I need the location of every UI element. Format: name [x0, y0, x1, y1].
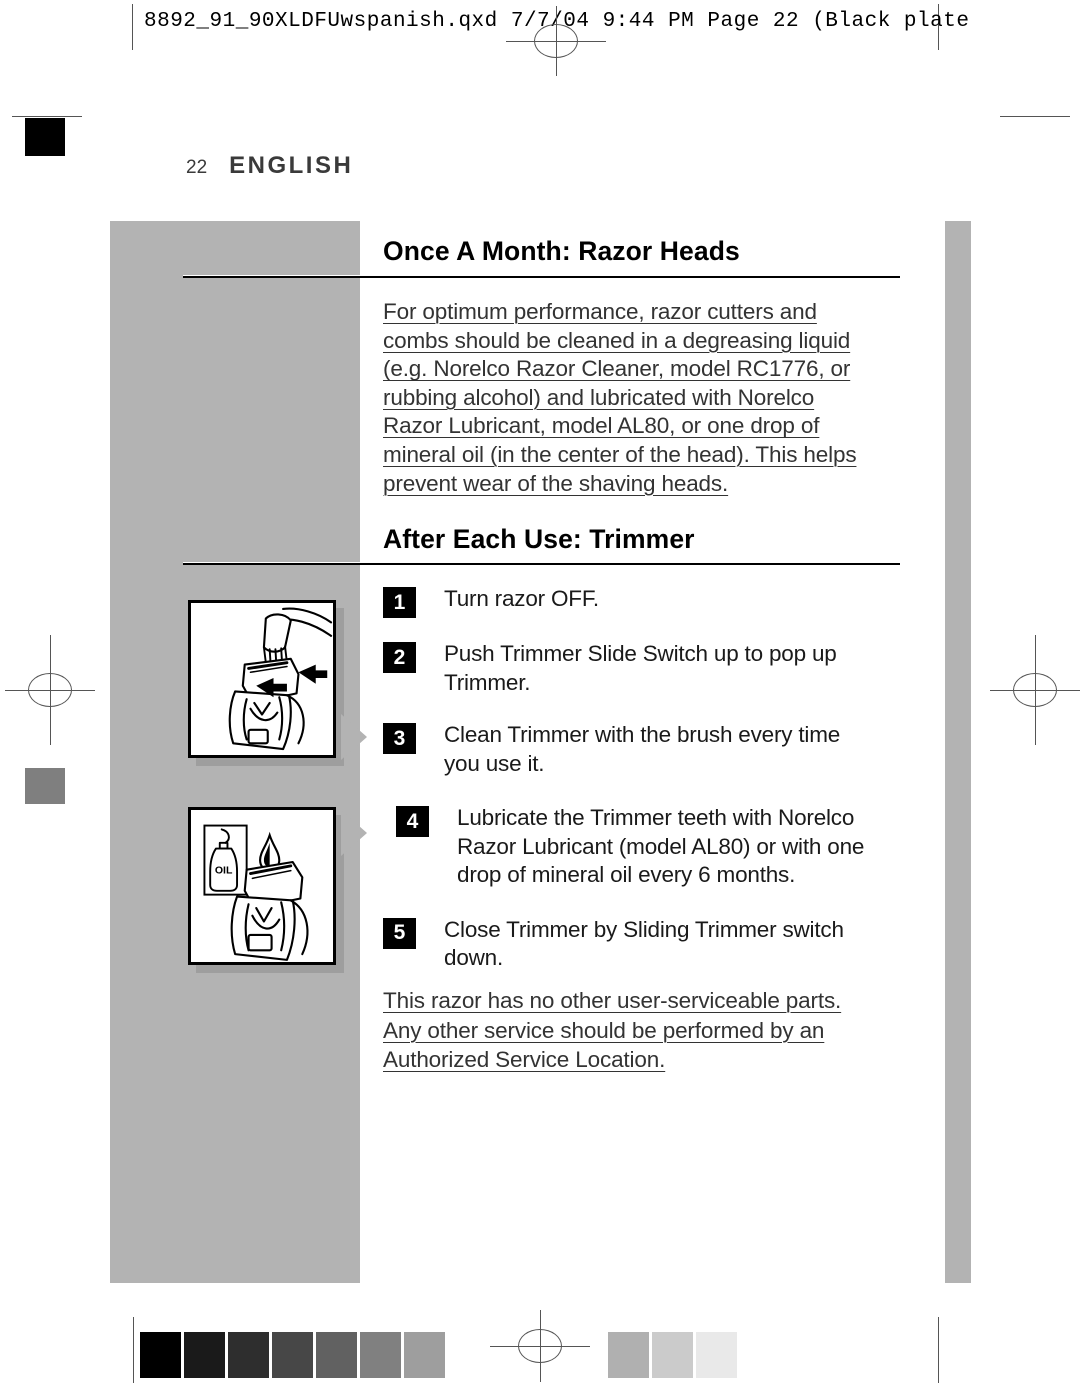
calibration-strip-right [608, 1332, 740, 1378]
list-item: 5 Close Trimmer by Sliding Trimmer switc… [383, 916, 903, 973]
closing-line: Authorized Service Location. [383, 1047, 666, 1072]
step-line: Razor Lubricant (model AL80) or with one [457, 833, 865, 859]
crop-tick-top-left [12, 116, 82, 117]
step-text: Lubricate the Trimmer teeth with Norelco… [457, 804, 864, 890]
step-line: you use it. [444, 750, 545, 776]
section-after-each-use: After Each Use: Trimmer [383, 524, 903, 556]
trimmer-steps-list: 1 Turn razor OFF. 2 Push Trimmer Slide S… [383, 585, 903, 973]
registration-mark-right [990, 635, 1080, 745]
illustration-brush-cleaning-trimmer [188, 600, 336, 758]
margin-swatch-black [25, 118, 65, 156]
calibration-swatch [272, 1332, 313, 1378]
section-once-a-month: Once A Month: Razor Heads [383, 236, 903, 268]
step-badge: 5 [383, 917, 416, 949]
page-language: ENGLISH [229, 152, 354, 179]
calibration-tick-left [133, 1317, 134, 1383]
reg-circle [1013, 673, 1057, 707]
step-badge: 4 [396, 806, 429, 837]
list-item: 1 Turn razor OFF. [383, 585, 903, 618]
step-line: Close Trimmer by Sliding Trimmer switch [444, 916, 844, 942]
step-text: Push Trimmer Slide Switch up to pop up T… [444, 640, 837, 697]
step-badge: 3 [383, 723, 416, 754]
closing-line: Any other service should be performed by… [383, 1017, 825, 1043]
paragraph-line: mineral oil (in the center of the head).… [383, 441, 857, 467]
page-number: 22 [186, 157, 208, 178]
step-line: Turn razor OFF. [444, 586, 599, 611]
calibration-swatch [316, 1332, 357, 1378]
paragraph-line: (e.g. Norelco Razor Cleaner, model RC177… [383, 356, 851, 382]
calibration-swatch [140, 1332, 181, 1378]
paragraph-line: For optimum performance, razor cutters a… [383, 299, 817, 324]
step-line: down. [444, 945, 504, 970]
closing-line: This razor has no other user-serviceable… [383, 988, 842, 1013]
step-line: Trimmer. [444, 669, 531, 695]
section-title-trimmer: After Each Use: Trimmer [383, 524, 695, 554]
section-title-razor-heads: Once A Month: Razor Heads [383, 236, 740, 266]
calibration-swatch [696, 1332, 737, 1378]
header-crop-line-left [132, 4, 133, 50]
step-text: Clean Trimmer with the brush every time … [444, 721, 840, 778]
step-line: Clean Trimmer with the brush every time [444, 722, 841, 747]
paragraph-line: rubbing alcohol) and lubricated with Nor… [383, 384, 815, 410]
paragraph-razor-heads: For optimum performance, razor cutters a… [383, 298, 903, 498]
step-badge: 2 [383, 642, 416, 673]
brush-trimmer-drawing [191, 603, 333, 755]
section-rule-2 [183, 562, 900, 565]
calibration-swatch [360, 1332, 401, 1378]
calibration-strip-left [140, 1332, 448, 1378]
calibration-swatch [404, 1332, 445, 1378]
registration-mark-top [506, 6, 606, 76]
oil-trimmer-drawing: OIL [191, 810, 333, 962]
closing-paragraph: This razor has no other user-serviceable… [383, 986, 923, 1075]
step-line: Lubricate the Trimmer teeth with Norelco [457, 805, 855, 830]
step-line: drop of mineral oil every 6 months. [457, 862, 796, 887]
illustration-oil-drop-trimmer: OIL [188, 807, 336, 965]
reg-circle [28, 673, 72, 707]
step-text: Close Trimmer by Sliding Trimmer switch … [444, 916, 844, 973]
right-gray-band [945, 221, 971, 1283]
reg-circle [518, 1329, 562, 1363]
list-item: 3 Clean Trimmer with the brush every tim… [383, 721, 903, 778]
reg-circle [534, 24, 578, 58]
step-badge: 1 [383, 587, 416, 618]
calibration-swatch [228, 1332, 269, 1378]
scanned-manual-page: 8892_91_90XLDFUwspanish.qxd 7/7/04 9:44 … [0, 0, 1080, 1383]
page-header-label: 22 ENGLISH [186, 152, 353, 180]
oil-bottle-label: OIL [215, 865, 233, 877]
paragraph-line: prevent wear of the shaving heads. [383, 470, 729, 496]
paragraph-line: combs should be cleaned in a degreasing … [383, 327, 851, 353]
list-item: 2 Push Trimmer Slide Switch up to pop up… [383, 640, 903, 697]
registration-mark-left [5, 635, 95, 745]
step-text: Turn razor OFF. [444, 585, 599, 614]
crop-tick-top-right [1000, 116, 1070, 117]
step-line: Push Trimmer Slide Switch up to pop up [444, 641, 837, 666]
calibration-swatch [608, 1332, 649, 1378]
margin-swatch-gray [25, 768, 65, 804]
calibration-tick-right [938, 1317, 939, 1383]
section-rule-1 [183, 275, 900, 278]
registration-mark-bottom [490, 1310, 590, 1382]
paragraph-line: Razor Lubricant, model AL80, or one drop… [383, 413, 820, 439]
oil-bottle-inset: OIL [203, 824, 248, 896]
calibration-swatch [652, 1332, 693, 1378]
calibration-swatch [184, 1332, 225, 1378]
list-item: 4 Lubricate the Trimmer teeth with Norel… [396, 804, 903, 890]
